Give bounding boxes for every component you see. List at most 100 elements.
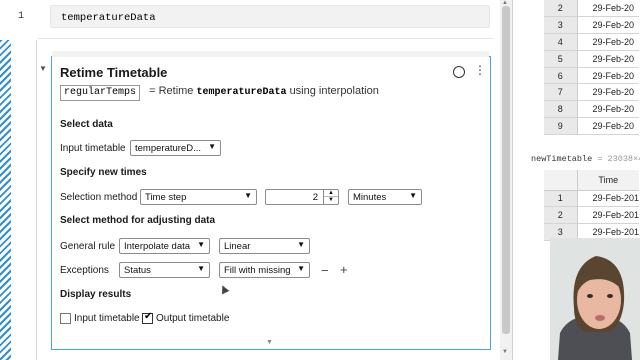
selection-method-dropdown[interactable]: Time step ▼ [140,189,257,205]
scroll-down-icon[interactable]: ▼ [502,349,508,355]
table-row: 2 29-Feb-20 [544,0,639,18]
time-cell[interactable]: 29-Feb-201 [577,206,640,225]
timetable-output-1: 2 29-Feb-20 3 29-Feb-20 4 29-Feb-20 5 29-Feb-20… [544,0,639,135]
general-method-value: Linear [224,241,251,252]
column-header-time: Time [577,170,640,191]
chevron-down-icon: ▼ [197,264,205,273]
exceptions-method-dropdown[interactable]: Fill with missing ▼ [219,262,310,278]
code-text[interactable]: temperatureData [61,12,156,24]
remove-exception-button[interactable]: − [321,263,329,278]
time-cell[interactable]: 29-Feb-20 [577,117,639,135]
output-variable-name: newTimetable [531,154,593,164]
live-editor: 1 temperatureData ▼ Retime Timetable ⋮ r… [0,0,512,360]
input-timetable-checkbox-label: Input timetable [74,313,140,324]
task-top-bar [52,51,489,57]
output-variable-field[interactable]: regularTemps [60,85,141,101]
general-rule-dropdown[interactable]: Interpolate data ▼ [119,238,210,254]
chevron-down-icon: ▼ [208,142,216,151]
input-timetable-dropdown[interactable]: temperatureD... ▼ [130,140,221,156]
retime-timetable-task: Retime Timetable ⋮ regularTemps = Retime… [51,51,491,350]
scrollbar-thumb[interactable] [502,6,510,334]
section-divider [38,38,494,39]
chevron-down-icon: ▼ [297,264,305,273]
exceptions-value: Status [124,265,151,276]
table-row: 4 29-Feb-20 [544,33,639,51]
checkmark-icon: ✔ [144,311,153,322]
row-index: 5 [544,50,578,68]
row-index: 6 [544,67,578,85]
general-rule-value: Interpolate data [124,241,191,252]
time-cell[interactable]: 29-Feb-20 [577,67,639,85]
table-row: 7 29-Feb-20 [544,83,639,102]
autorun-toggle-icon[interactable] [453,66,465,78]
line-number: 1 [18,11,25,22]
table-row: 6 29-Feb-20 [544,67,639,85]
table-row: 9 29-Feb-20 [544,117,639,135]
row-index: 8 [544,100,578,119]
input-timetable-value: temperatureD... [135,143,201,154]
table-row: 8 29-Feb-20 [544,100,639,119]
time-units-value: Minutes [353,192,387,203]
input-timetable-checkbox[interactable] [60,313,71,324]
spinner-up-icon[interactable]: ▲ [324,190,338,197]
show-code-arrow-icon[interactable]: ▼ [266,339,273,346]
presenter-image [550,238,640,360]
task-summary: regularTemps = Retime temperatureData us… [60,85,379,101]
chevron-down-icon: ▼ [297,240,305,249]
row-index: 2 [544,0,578,18]
table-row: 1 29-Feb-201 [544,190,640,208]
task-title: Retime Timetable [60,65,168,80]
spinner-buttons: ▲ ▼ [323,190,338,204]
gutter-border [36,40,37,360]
chevron-down-icon: ▼ [244,191,252,200]
section-display-results: Display results [60,289,132,300]
output-variable-size: = 23038×4 [597,154,640,164]
time-cell[interactable]: 29-Feb-20 [577,50,639,68]
exceptions-label: Exceptions [60,265,109,276]
time-cell[interactable]: 29-Feb-20 [577,83,639,102]
table-row: 2 29-Feb-201 [544,206,640,225]
more-options-icon[interactable]: ⋮ [474,64,486,76]
chevron-down-icon: ▼ [409,191,417,200]
general-method-dropdown[interactable]: Linear ▼ [219,238,310,254]
section-select-data: Select data [60,119,113,130]
add-exception-button[interactable]: + [340,262,348,277]
output-timetable-checkbox-label: Output timetable [156,313,230,324]
exceptions-dropdown[interactable]: Status ▼ [119,262,210,278]
summary-text-pre: Retime [158,85,194,97]
summary-text-post: using interpolation [289,85,379,97]
time-cell[interactable]: 29-Feb-201 [577,190,640,208]
collapse-task-icon[interactable]: ▼ [39,64,47,73]
row-header-corner [544,170,578,191]
time-cell[interactable]: 29-Feb-20 [577,100,639,119]
output-timetable-checkbox[interactable]: ✔ [142,311,153,324]
summary-equals: = [149,85,156,97]
input-timetable-label: Input timetable [60,143,126,154]
mouse-cursor-icon [218,283,230,295]
presenter-webcam [550,238,640,360]
section-specify-times: Specify new times [60,167,147,178]
selection-method-label: Selection method [60,192,138,203]
time-step-value[interactable]: 2 [313,192,318,203]
spinner-down-icon[interactable]: ▼ [324,197,338,204]
row-index: 3 [544,16,578,35]
selection-method-value: Time step [145,192,187,203]
exceptions-method-value: Fill with missing [224,265,291,276]
time-cell[interactable]: 29-Feb-20 [577,16,639,35]
time-step-spinner[interactable]: 2 ▲ ▼ [265,189,339,205]
timetable-output-2: Time 1 29-Feb-201 2 29-Feb-201 3 29-Feb-201 [544,170,640,241]
chevron-down-icon: ▼ [197,240,205,249]
code-line[interactable]: temperatureData [50,5,490,28]
table-row: 5 29-Feb-20 [544,50,639,68]
time-units-dropdown[interactable]: Minutes ▼ [348,189,422,205]
time-cell[interactable]: 29-Feb-20 [577,33,639,51]
general-rule-label: General rule [60,241,116,252]
row-index: 7 [544,83,578,102]
output-variable-header: newTimetable = 23038×4 [531,154,640,164]
editor-scrollbar[interactable]: ▲ ▼ [500,0,512,360]
table-row: 3 29-Feb-20 [544,16,639,35]
section-adjust-method: Select method for adjusting data [60,215,216,226]
row-index: 2 [544,206,578,225]
time-cell[interactable]: 29-Feb-20 [577,0,639,18]
section-running-indicator [0,40,11,360]
